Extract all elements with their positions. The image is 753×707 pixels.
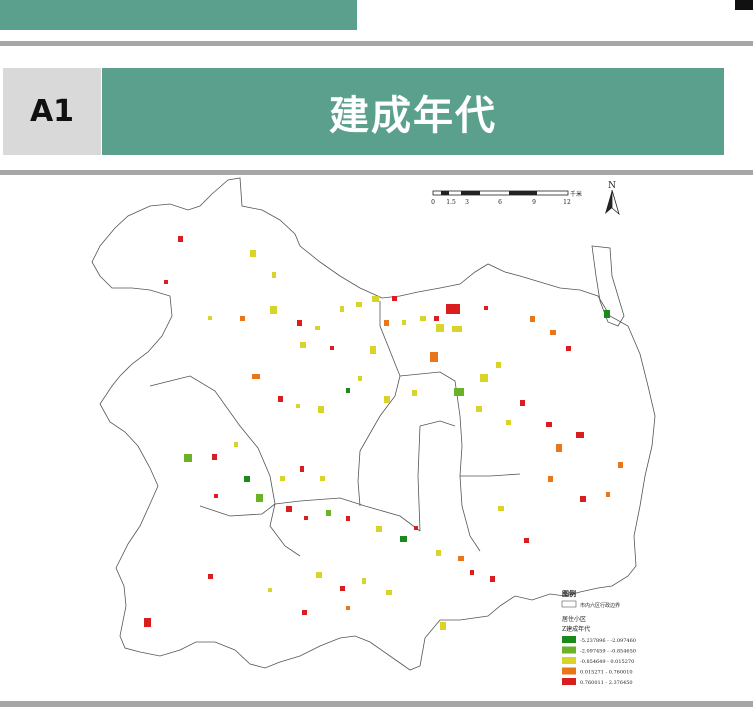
legend-boundary-swatch: [561, 600, 577, 608]
legend-title: 图例: [562, 589, 576, 598]
section-title-bar: 建成年代: [102, 68, 724, 155]
map-legend: 图例 市内六区行政边界 居住小区 Z建成年代 -5.237896 - -2.09…: [561, 589, 636, 686]
section-badge: A1: [3, 68, 101, 155]
legend-swatch-3: [562, 667, 576, 675]
residential-area-polygons: [144, 236, 623, 630]
legend-boundary-label: 市内六区行政边界: [580, 602, 620, 609]
divider-middle: [0, 170, 753, 175]
legend-class-label-3: 0.015271 - 0.760010: [580, 670, 633, 676]
scale-tick-5: 12: [563, 199, 571, 206]
legend-class-label-2: -0.854649 - 0.015270: [580, 659, 634, 665]
construction-year-map: 0 1.5 3 6 9 12 千米 N 图例 市内六区行政边界 居住小区 Z建成…: [91, 177, 656, 686]
legend-swatch-2: [562, 657, 576, 664]
scale-tick-2: 3: [465, 199, 469, 206]
divider-top: [0, 41, 753, 46]
legend-field-label: Z建成年代: [562, 625, 590, 633]
scale-tick-0: 0: [431, 199, 435, 206]
scale-tick-4: 9: [532, 199, 536, 206]
divider-bottom: [0, 701, 753, 707]
legend-swatch-1: [562, 646, 576, 654]
legend-swatch-0: [562, 636, 576, 643]
scale-tick-3: 6: [498, 199, 502, 206]
scale-tick-1: 1.5: [446, 199, 456, 206]
legend-class-label-0: -5.237896 - -2.097460: [580, 638, 636, 644]
legend-swatch-4: [562, 678, 576, 685]
section-badge-label: A1: [29, 94, 75, 129]
scale-bar: 0 1.5 3 6 9 12 千米: [431, 190, 582, 206]
legend-classes: -5.237896 - -2.097460 -2.097459 - -0.8546…: [562, 636, 636, 686]
legend-class-label-1: -2.097459 - -0.854650: [580, 649, 636, 655]
top-header-band: [0, 0, 357, 30]
scale-unit: 千米: [570, 190, 582, 198]
district-inner-boundaries: [149, 301, 521, 557]
north-label: N: [608, 181, 616, 191]
top-right-mark: [735, 0, 753, 10]
north-arrow-icon: N: [605, 181, 620, 216]
section-title: 建成年代: [329, 92, 497, 139]
legend-layer-label: 居住小区: [562, 615, 586, 623]
legend-class-label-4: 0.760011 - 2.376450: [580, 680, 633, 686]
